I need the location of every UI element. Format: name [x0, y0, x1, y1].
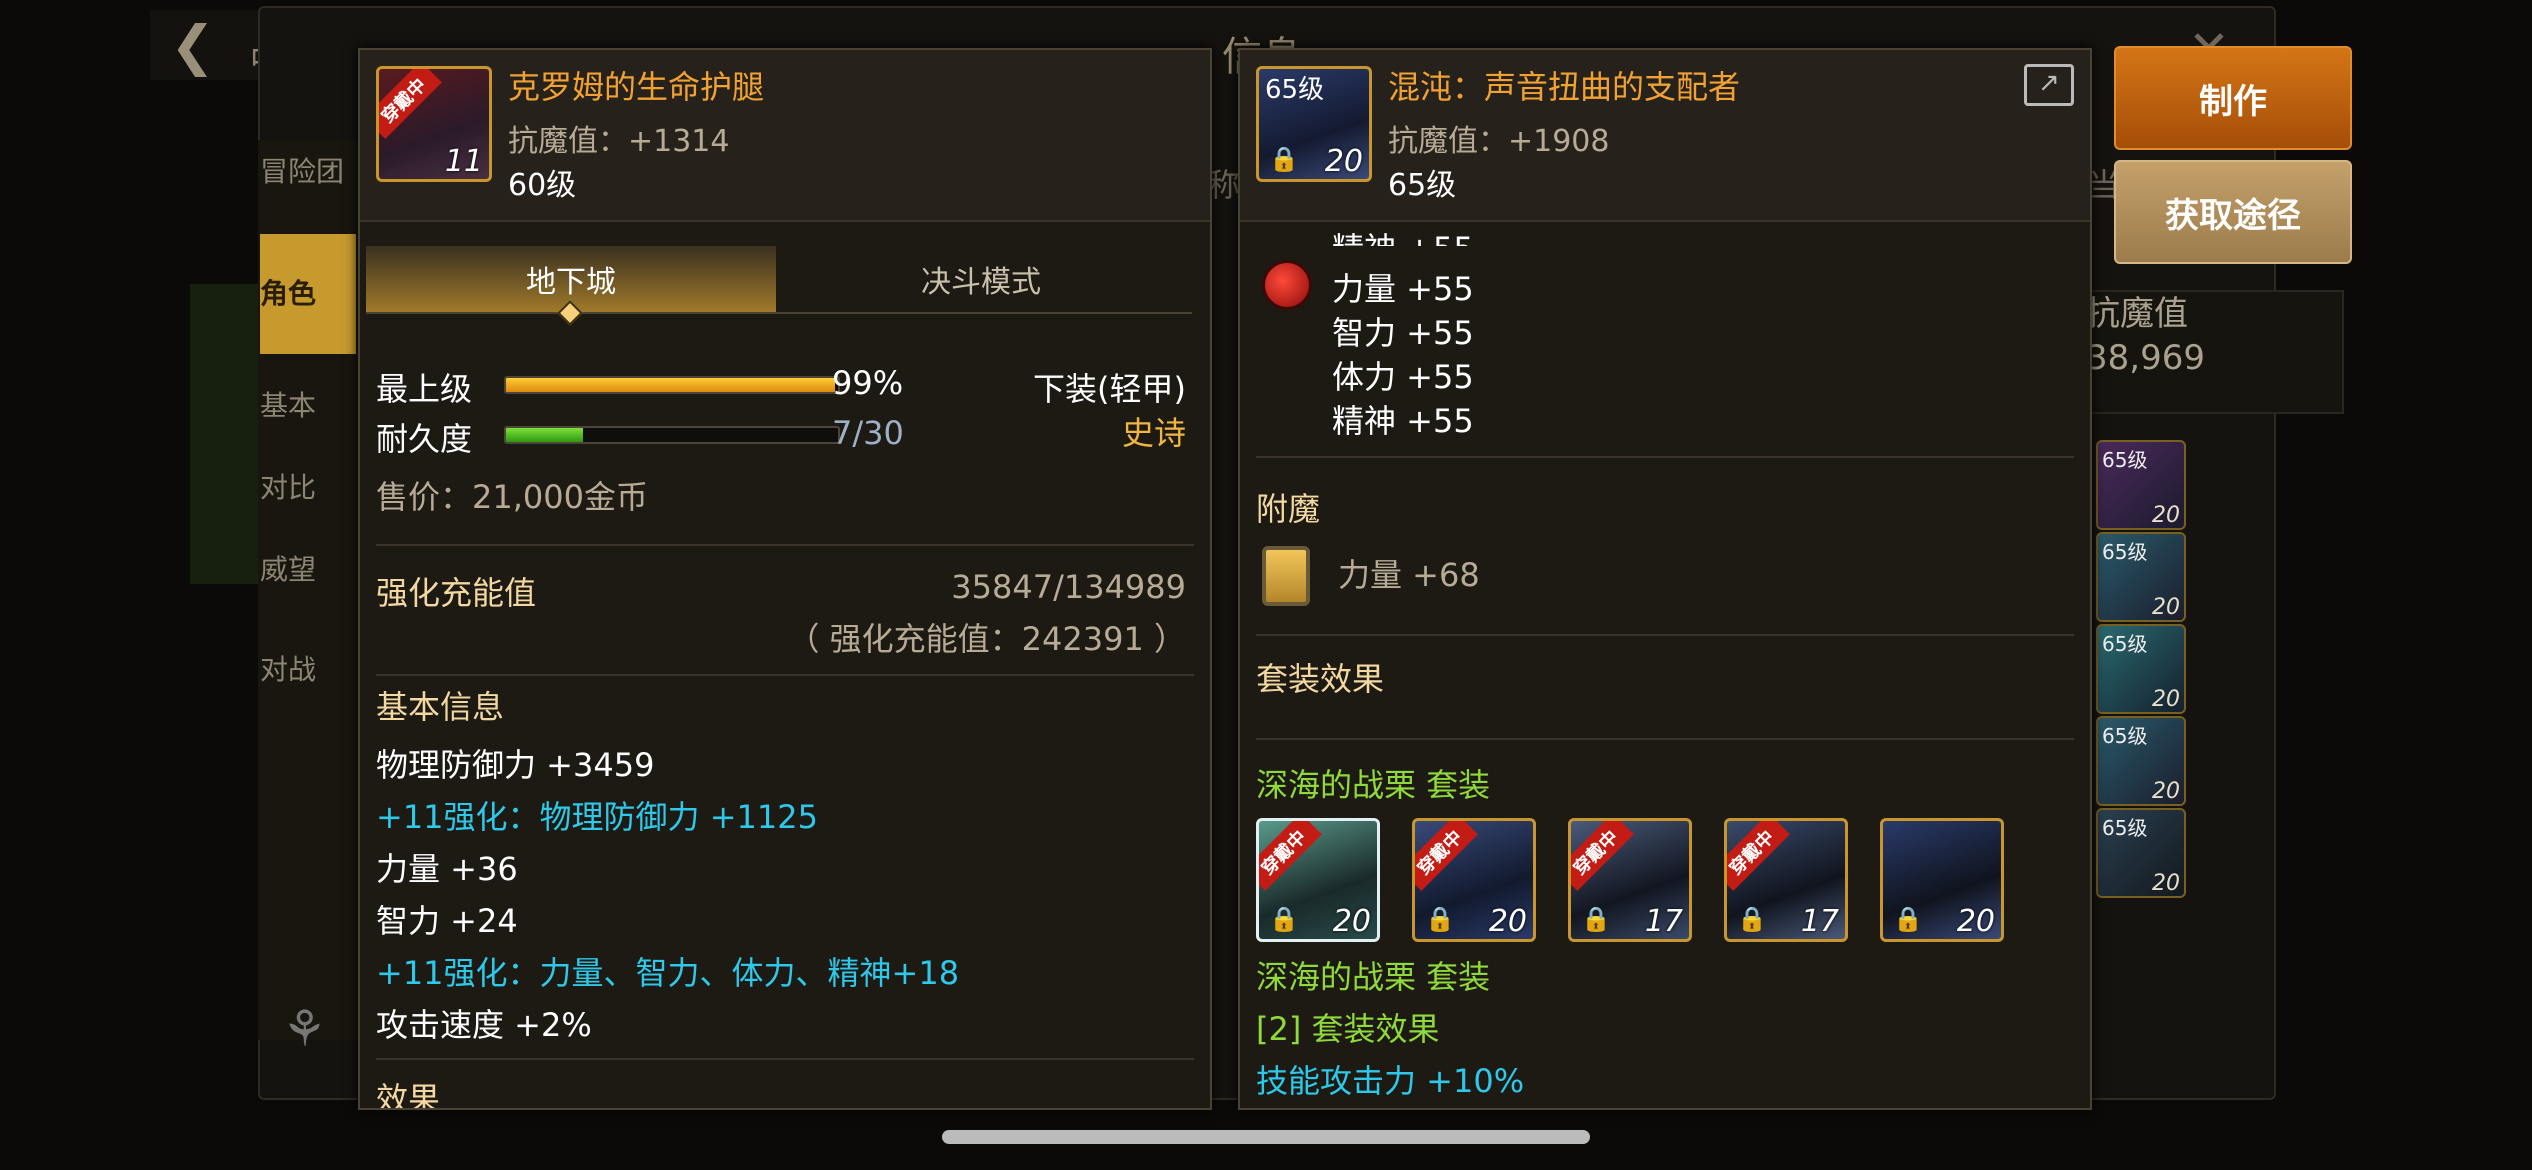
item-level: 65级 [1388, 168, 1457, 203]
enchant-card-icon [1262, 546, 1310, 606]
set-item-icon[interactable]: 穿戴中 🔒 17 [1568, 818, 1692, 942]
charge-note: （ 强化充能值：242391 ） [787, 620, 1186, 658]
make-button[interactable]: 制作 [2114, 46, 2352, 150]
item-icon-chaos: 65级 🔒 20 [1256, 66, 1372, 182]
enchant-header: 附魔 [1256, 490, 1321, 528]
stat-line: +11强化：力量、智力、体力、精神+18 [376, 954, 960, 992]
equipment-slot[interactable]: 65级 20 [2096, 532, 2186, 622]
divider [1256, 738, 2074, 740]
quality-bar [504, 376, 840, 394]
quality-label: 最上级 [376, 370, 473, 408]
durability-value: 7/30 [832, 414, 904, 452]
item-resist: 抗魔值：+1314 [508, 124, 730, 159]
enhance-level: 11 [444, 144, 483, 179]
sidebar-item-basic[interactable]: 基本 [260, 384, 356, 424]
item-level-badge: 65级 [1265, 75, 1325, 105]
item-header: 穿戴中 11 克罗姆的生命护腿 抗魔值：+1314 60级 [360, 50, 1210, 222]
item-resist: 抗魔值：+1908 [1388, 124, 1610, 159]
item-header: 65级 🔒 20 混沌：声音扭曲的支配者 抗魔值：+1908 65级 ↗ [1240, 50, 2090, 222]
lock-icon: 🔒 [1581, 905, 1611, 933]
item-detail-right: 65级 🔒 20 混沌：声音扭曲的支配者 抗魔值：+1908 65级 ↗ 精神 … [1238, 48, 2092, 1110]
share-icon[interactable]: ↗ [2024, 64, 2074, 106]
stat-value: 38,969 [2086, 338, 2205, 378]
lock-icon: 🔒 [1737, 905, 1767, 933]
charge-label: 强化充能值 [376, 574, 537, 612]
sidebar-item-battle[interactable]: 对战 [260, 648, 356, 688]
quality-percent: 99% [832, 364, 904, 402]
lock-icon: 🔒 [1425, 905, 1455, 933]
stat-line-clipped: 精神 +55 [1332, 224, 1474, 246]
stat-label: 抗魔值 [2086, 294, 2188, 334]
item-name: 克罗姆的生命护腿 [508, 68, 765, 106]
stat-line: 力量 +36 [376, 850, 518, 888]
set-effect-title: [2] 套装效果 [1256, 1010, 1440, 1048]
stat-line: 智力 +55 [1332, 314, 1474, 352]
sidebar-item-prestige[interactable]: 威望 [260, 548, 356, 588]
set-name: 深海的战栗 套装 [1256, 766, 1491, 804]
equipment-slot[interactable]: 65级 20 [2096, 440, 2186, 530]
tab-duel[interactable]: 决斗模式 [776, 246, 1186, 312]
mascot-icon: ⚘ [282, 1000, 327, 1058]
basic-info-header: 基本信息 [376, 688, 505, 726]
stat-line: 攻击速度 +2% [376, 1006, 592, 1044]
sell-price: 售价：21,000金币 [376, 478, 648, 516]
durability-label: 耐久度 [376, 420, 473, 458]
orb-icon [1262, 260, 1312, 310]
stat-line: +11强化：物理防御力 +1125 [376, 798, 818, 836]
mode-tabs: 地下城 决斗模式 [366, 246, 1192, 326]
item-name: 混沌：声音扭曲的支配者 [1388, 68, 1741, 106]
stat-line: 力量 +55 [1332, 270, 1474, 308]
charge-value: 35847/134989 [951, 568, 1186, 606]
item-icon-leggings: 穿戴中 11 [376, 66, 492, 182]
set-item-icon[interactable]: 🔒 20 [1880, 818, 2004, 942]
stat-line: 精神 +55 [1332, 402, 1474, 440]
sidebar-item-compare[interactable]: 对比 [260, 466, 356, 506]
rarity: 史诗 [1121, 414, 1186, 452]
equipment-slot[interactable]: 65级 20 [2096, 808, 2186, 898]
sidebar-item-character[interactable]: 角色 [260, 234, 356, 354]
set-item-icon[interactable]: 穿戴中 🔒 20 [1256, 818, 1380, 942]
enhance-level: 20 [1324, 144, 1363, 179]
durability-bar [504, 426, 840, 444]
equipment-slot[interactable]: 65级 20 [2096, 624, 2186, 714]
equipment-slot[interactable]: 65级 20 [2096, 716, 2186, 806]
stat-line: 智力 +24 [376, 902, 518, 940]
slot-type: 下装(轻甲) [1033, 370, 1186, 408]
stat-line: 体力 +55 [1332, 358, 1474, 396]
home-indicator[interactable] [942, 1130, 1590, 1144]
divider [1256, 456, 2074, 458]
stat-line: 物理防御力 +3459 [376, 746, 655, 784]
set-name: 深海的战栗 套装 [1256, 958, 1491, 996]
divider [376, 674, 1194, 676]
back-arrow-icon[interactable]: ❮ [170, 14, 215, 77]
set-item-icon[interactable]: 穿戴中 🔒 20 [1412, 818, 1536, 942]
enchant-stat: 力量 +68 [1338, 556, 1480, 594]
set-effect-header: 套装效果 [1256, 660, 1385, 698]
divider [1256, 634, 2074, 636]
set-item-icon[interactable]: 穿戴中 🔒 17 [1724, 818, 1848, 942]
obtain-source-button[interactable]: 获取途径 [2114, 160, 2352, 264]
background-text: 称 [1208, 166, 1241, 204]
sidebar-item-adventure[interactable]: 冒险团 [260, 150, 356, 190]
item-level: 60级 [508, 168, 577, 203]
divider [376, 1058, 1194, 1060]
lock-icon: 🔒 [1893, 905, 1923, 933]
set-effect-value: 技能攻击力 +10% [1256, 1062, 1525, 1100]
lock-icon: 🔒 [1269, 905, 1299, 933]
effect-header: 效果 [376, 1080, 441, 1110]
divider [376, 544, 1194, 546]
item-detail-left: 穿戴中 11 克罗姆的生命护腿 抗魔值：+1314 60级 地下城 决斗模式 最… [358, 48, 1212, 1110]
equipped-ribbon: 穿戴中 [379, 69, 442, 139]
lock-icon: 🔒 [1269, 145, 1299, 173]
